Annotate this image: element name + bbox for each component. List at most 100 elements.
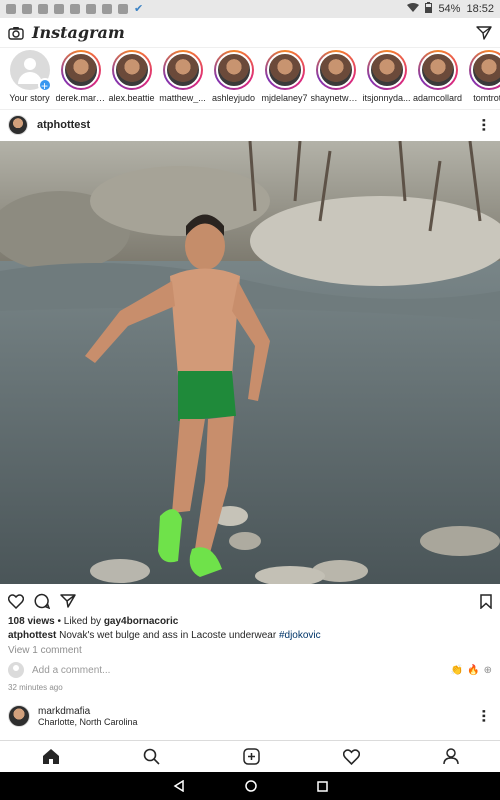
story-item[interactable]: itsjonnyda... — [361, 50, 412, 109]
battery-icon — [425, 2, 433, 16]
notification-icon — [118, 4, 128, 14]
avatar — [470, 52, 500, 88]
post-actions — [0, 588, 500, 614]
caption-hashtag[interactable]: #djokovic — [279, 630, 321, 641]
plus-icon[interactable]: ⊕ — [484, 665, 492, 676]
avatar[interactable] — [8, 705, 30, 727]
add-story-icon: + — [37, 78, 52, 93]
avatar — [215, 52, 252, 88]
notification-icon — [54, 4, 64, 14]
story-item[interactable]: ashleyjudo — [208, 50, 259, 109]
story-item[interactable]: tomtrott — [463, 50, 500, 109]
story-item[interactable]: derek.mart... — [55, 50, 106, 109]
checkmark-icon: ✔ — [134, 3, 144, 15]
battery-level: 54% — [438, 3, 461, 15]
post-header: atphottest ⋯ — [0, 110, 500, 140]
emoji-clap-icon[interactable]: 👏 — [451, 665, 463, 676]
post-timestamp: 32 minutes ago — [8, 683, 63, 692]
story-ring — [264, 50, 305, 90]
add-comment-row[interactable]: Add a comment... 👏 🔥 ⊕ — [8, 660, 492, 680]
add-comment-input[interactable]: Add a comment... — [32, 665, 110, 676]
notification-icon — [38, 4, 48, 14]
avatar — [266, 52, 303, 88]
home-icon[interactable] — [42, 748, 60, 765]
avatar — [419, 52, 456, 88]
activity-heart-icon[interactable] — [342, 748, 360, 765]
view-count[interactable]: 108 views — [8, 616, 55, 627]
avatar — [8, 662, 24, 678]
story-ring — [366, 50, 407, 90]
view-comments-link[interactable]: View 1 comment — [8, 645, 82, 656]
story-item[interactable]: adamcollard — [412, 50, 463, 109]
notification-icon — [70, 4, 80, 14]
story-ring — [315, 50, 356, 90]
avatar[interactable] — [8, 115, 28, 135]
notification-icon — [86, 4, 96, 14]
bookmark-icon[interactable] — [480, 593, 492, 609]
story-ring — [60, 50, 101, 90]
story-ring — [162, 50, 203, 90]
app-logo: Instagram — [32, 23, 125, 42]
caption-text: Novak's wet bulge and ass in Lacoste und… — [59, 630, 277, 641]
story-name: alex.beattie — [108, 93, 155, 103]
notification-icon — [22, 4, 32, 14]
story-name: Your story — [9, 93, 50, 103]
notification-icon — [6, 4, 16, 14]
profile-icon[interactable] — [442, 748, 459, 765]
home-circle-icon[interactable] — [244, 780, 257, 792]
share-icon[interactable] — [60, 594, 76, 608]
story-ring — [111, 50, 152, 90]
recents-icon[interactable] — [316, 780, 328, 792]
direct-message-icon[interactable] — [476, 25, 492, 40]
more-options-icon[interactable]: ⋯ — [476, 118, 492, 133]
comment-icon[interactable] — [34, 593, 50, 609]
notification-icons: ✔ — [6, 3, 144, 15]
story-name: itsjonnyda... — [362, 93, 411, 103]
camera-icon[interactable] — [8, 26, 24, 40]
heart-icon[interactable] — [8, 593, 24, 609]
avatar — [368, 52, 405, 88]
wifi-icon — [407, 2, 420, 16]
notification-icon — [102, 4, 112, 14]
stories-tray: + Your story derek.mart... alex.beattie … — [0, 48, 500, 110]
new-post-icon[interactable] — [242, 748, 260, 765]
post-username[interactable]: atphottest — [37, 119, 90, 131]
avatar: + — [9, 50, 52, 93]
app-header: Instagram — [0, 18, 500, 48]
story-name: tomtrott — [473, 93, 500, 103]
avatar — [62, 52, 99, 88]
avatar — [113, 52, 150, 88]
story-name: derek.mart... — [55, 93, 106, 103]
emoji-fire-icon[interactable]: 🔥 — [467, 665, 479, 676]
post-location[interactable]: Charlotte, North Carolina — [38, 717, 138, 727]
caption-username[interactable]: atphottest — [8, 630, 56, 641]
story-item[interactable]: matthew_... — [157, 50, 208, 109]
next-post-header: markdmafia Charlotte, North Carolina ⋯ — [0, 700, 500, 732]
post-video[interactable] — [0, 141, 500, 584]
views-line: 108 views • Liked by gay4bornacoric — [8, 616, 179, 627]
story-name: ashleyjudo — [211, 93, 256, 103]
story-name: mjdelaney7 — [261, 93, 308, 103]
story-name: matthew_... — [159, 93, 206, 103]
post-caption: atphottest Novak's wet bulge and ass in … — [8, 630, 492, 641]
search-icon[interactable] — [143, 748, 160, 765]
story-item[interactable]: shaynetwa... — [310, 50, 361, 109]
avatar — [164, 52, 201, 88]
back-icon[interactable] — [173, 780, 185, 792]
story-item[interactable]: alex.beattie — [106, 50, 157, 109]
story-item[interactable]: mjdelaney7 — [259, 50, 310, 109]
quick-emoji-bar: 👏 🔥 ⊕ — [451, 665, 492, 676]
video-frame — [0, 141, 500, 584]
status-bar: ✔ 54% 18:52 — [0, 0, 500, 18]
story-name: shaynetwa... — [310, 93, 361, 103]
system-nav-bar — [0, 772, 500, 800]
story-name: adamcollard — [412, 93, 463, 103]
clock: 18:52 — [466, 3, 494, 15]
post-username[interactable]: markdmafia — [38, 706, 138, 717]
story-ring — [468, 50, 500, 90]
more-options-icon[interactable]: ⋯ — [476, 709, 492, 724]
liked-by-user[interactable]: gay4bornacoric — [104, 616, 178, 627]
story-your-story[interactable]: + Your story — [4, 50, 55, 109]
avatar — [317, 52, 354, 88]
bottom-nav — [0, 740, 500, 772]
